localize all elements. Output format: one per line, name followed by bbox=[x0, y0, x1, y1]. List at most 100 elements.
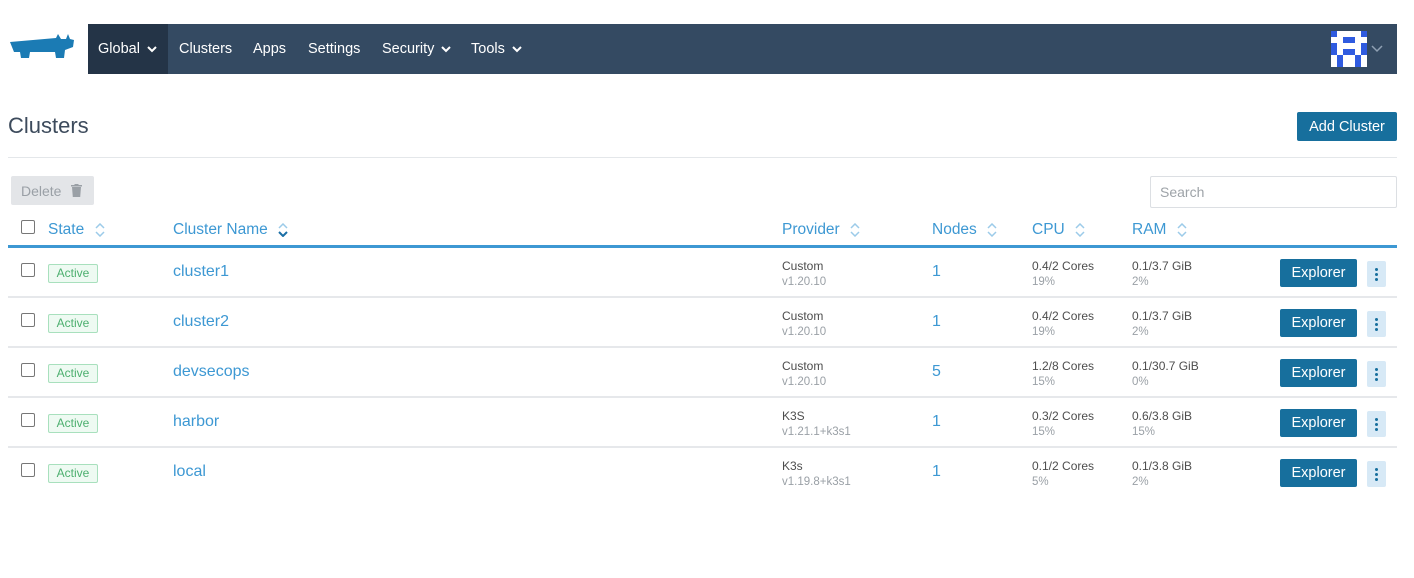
select-all-checkbox[interactable] bbox=[21, 220, 35, 234]
table-row: Active devsecops Custom v1.20.10 5 1.2/8… bbox=[8, 348, 1397, 398]
provider-version: v1.21.1+k3s1 bbox=[782, 426, 851, 438]
status-badge: Active bbox=[48, 264, 98, 283]
cpu-usage: 1.2/8 Cores bbox=[1032, 359, 1095, 373]
nav-security-menu[interactable]: Security bbox=[382, 24, 452, 74]
nav-global-label: Global bbox=[98, 41, 140, 57]
column-header-ram[interactable]: RAM bbox=[1132, 221, 1187, 239]
table-row: Active cluster2 Custom v1.20.10 1 0.4/2 … bbox=[8, 298, 1397, 348]
status-badge: Active bbox=[48, 314, 98, 333]
provider-version: v1.19.8+k3s1 bbox=[782, 476, 851, 488]
nav-tools-label: Tools bbox=[471, 41, 505, 57]
column-header-nodes[interactable]: Nodes bbox=[932, 221, 997, 239]
column-header-label: CPU bbox=[1032, 221, 1065, 238]
sort-icon bbox=[850, 222, 860, 237]
status-badge: Active bbox=[48, 464, 98, 483]
delete-button[interactable]: Delete bbox=[11, 176, 94, 205]
column-header-label: Provider bbox=[782, 221, 840, 238]
more-actions-icon[interactable] bbox=[1367, 311, 1386, 337]
ram-percent: 0% bbox=[1132, 376, 1149, 388]
ram-usage: 0.1/30.7 GiB bbox=[1132, 359, 1199, 373]
explorer-button[interactable]: Explorer bbox=[1280, 409, 1357, 437]
row-checkbox[interactable] bbox=[21, 363, 35, 377]
chevron-down-icon[interactable] bbox=[1371, 43, 1383, 53]
cpu-percent: 19% bbox=[1032, 276, 1056, 288]
row-checkbox[interactable] bbox=[21, 413, 35, 427]
explorer-button[interactable]: Explorer bbox=[1280, 359, 1357, 387]
nav-settings[interactable]: Settings bbox=[308, 24, 360, 74]
cpu-percent: 15% bbox=[1032, 426, 1056, 438]
add-cluster-button[interactable]: Add Cluster bbox=[1297, 112, 1397, 141]
user-avatar[interactable] bbox=[1331, 31, 1367, 67]
cpu-usage: 0.1/2 Cores bbox=[1032, 459, 1095, 473]
ram-usage: 0.6/3.8 GiB bbox=[1132, 409, 1193, 423]
explorer-button[interactable]: Explorer bbox=[1280, 259, 1357, 287]
nav-tools-menu[interactable]: Tools bbox=[471, 24, 522, 74]
nav-security-label: Security bbox=[382, 41, 435, 57]
provider-version: v1.20.10 bbox=[782, 376, 827, 388]
table-header: State Cluster Name Provider Nodes CPU RA… bbox=[8, 212, 1397, 248]
cpu-percent: 19% bbox=[1032, 326, 1056, 338]
chevron-down-icon bbox=[147, 46, 157, 53]
rancher-logo[interactable] bbox=[8, 30, 78, 66]
sort-icon bbox=[987, 222, 997, 237]
chevron-down-icon bbox=[512, 46, 522, 53]
row-checkbox[interactable] bbox=[21, 463, 35, 477]
provider-version: v1.20.10 bbox=[782, 326, 827, 338]
ram-percent: 2% bbox=[1132, 326, 1149, 338]
nav-settings-label: Settings bbox=[308, 41, 361, 57]
column-header-label: State bbox=[48, 221, 85, 238]
nav-clusters[interactable]: Clusters bbox=[179, 24, 232, 74]
nodes-count-link[interactable]: 1 bbox=[932, 263, 941, 281]
nodes-count-link[interactable]: 1 bbox=[932, 413, 941, 431]
table-row: Active cluster1 Custom v1.20.10 1 0.4/2 … bbox=[8, 248, 1397, 298]
nodes-count-link[interactable]: 5 bbox=[932, 363, 941, 381]
cluster-name-link[interactable]: devsecops bbox=[173, 363, 250, 381]
nav-apps[interactable]: Apps bbox=[253, 24, 286, 74]
page-title: Clusters bbox=[8, 113, 89, 138]
column-header-state[interactable]: State bbox=[48, 221, 105, 239]
explorer-button[interactable]: Explorer bbox=[1280, 309, 1357, 337]
cpu-percent: 15% bbox=[1032, 376, 1056, 388]
trash-icon bbox=[71, 184, 82, 197]
ram-percent: 2% bbox=[1132, 276, 1149, 288]
top-navigation-bar: Global Clusters Apps Settings Security T… bbox=[88, 24, 1397, 74]
column-header-provider[interactable]: Provider bbox=[782, 221, 860, 239]
more-actions-icon[interactable] bbox=[1367, 261, 1386, 287]
ram-usage: 0.1/3.7 GiB bbox=[1132, 309, 1193, 323]
chevron-down-icon bbox=[441, 46, 452, 53]
sort-icon bbox=[94, 222, 105, 237]
nav-apps-label: Apps bbox=[253, 41, 287, 57]
column-header-cluster-name[interactable]: Cluster Name bbox=[173, 221, 288, 239]
table-row: Active harbor K3S v1.21.1+k3s1 1 0.3/2 C… bbox=[8, 398, 1397, 448]
cluster-name-link[interactable]: cluster1 bbox=[173, 263, 229, 281]
column-header-cpu[interactable]: CPU bbox=[1032, 221, 1085, 239]
column-header-label: Nodes bbox=[932, 221, 977, 238]
explorer-button[interactable]: Explorer bbox=[1280, 459, 1357, 487]
table-row: Active local K3s v1.19.8+k3s1 1 0.1/2 Co… bbox=[8, 448, 1397, 498]
cpu-usage: 0.4/2 Cores bbox=[1032, 309, 1095, 323]
row-checkbox[interactable] bbox=[21, 313, 35, 327]
cluster-name-link[interactable]: local bbox=[173, 463, 206, 481]
nodes-count-link[interactable]: 1 bbox=[932, 313, 941, 331]
cluster-name-link[interactable]: cluster2 bbox=[173, 313, 229, 331]
nav-clusters-label: Clusters bbox=[179, 41, 233, 57]
cluster-name-link[interactable]: harbor bbox=[173, 413, 219, 431]
provider-name: Custom bbox=[782, 259, 824, 273]
column-header-label: Cluster Name bbox=[173, 221, 268, 238]
search-input[interactable] bbox=[1150, 176, 1397, 208]
cpu-percent: 5% bbox=[1032, 476, 1049, 488]
ram-percent: 2% bbox=[1132, 476, 1149, 488]
status-badge: Active bbox=[48, 414, 98, 433]
divider bbox=[8, 157, 1397, 158]
provider-name: Custom bbox=[782, 309, 824, 323]
cpu-usage: 0.4/2 Cores bbox=[1032, 259, 1095, 273]
row-checkbox[interactable] bbox=[21, 263, 35, 277]
more-actions-icon[interactable] bbox=[1367, 461, 1386, 487]
delete-button-label: Delete bbox=[21, 182, 62, 199]
ram-usage: 0.1/3.8 GiB bbox=[1132, 459, 1193, 473]
more-actions-icon[interactable] bbox=[1367, 361, 1386, 387]
nodes-count-link[interactable]: 1 bbox=[932, 463, 941, 481]
nav-global-menu[interactable]: Global bbox=[88, 24, 168, 74]
more-actions-icon[interactable] bbox=[1367, 411, 1386, 437]
ram-percent: 15% bbox=[1132, 426, 1156, 438]
